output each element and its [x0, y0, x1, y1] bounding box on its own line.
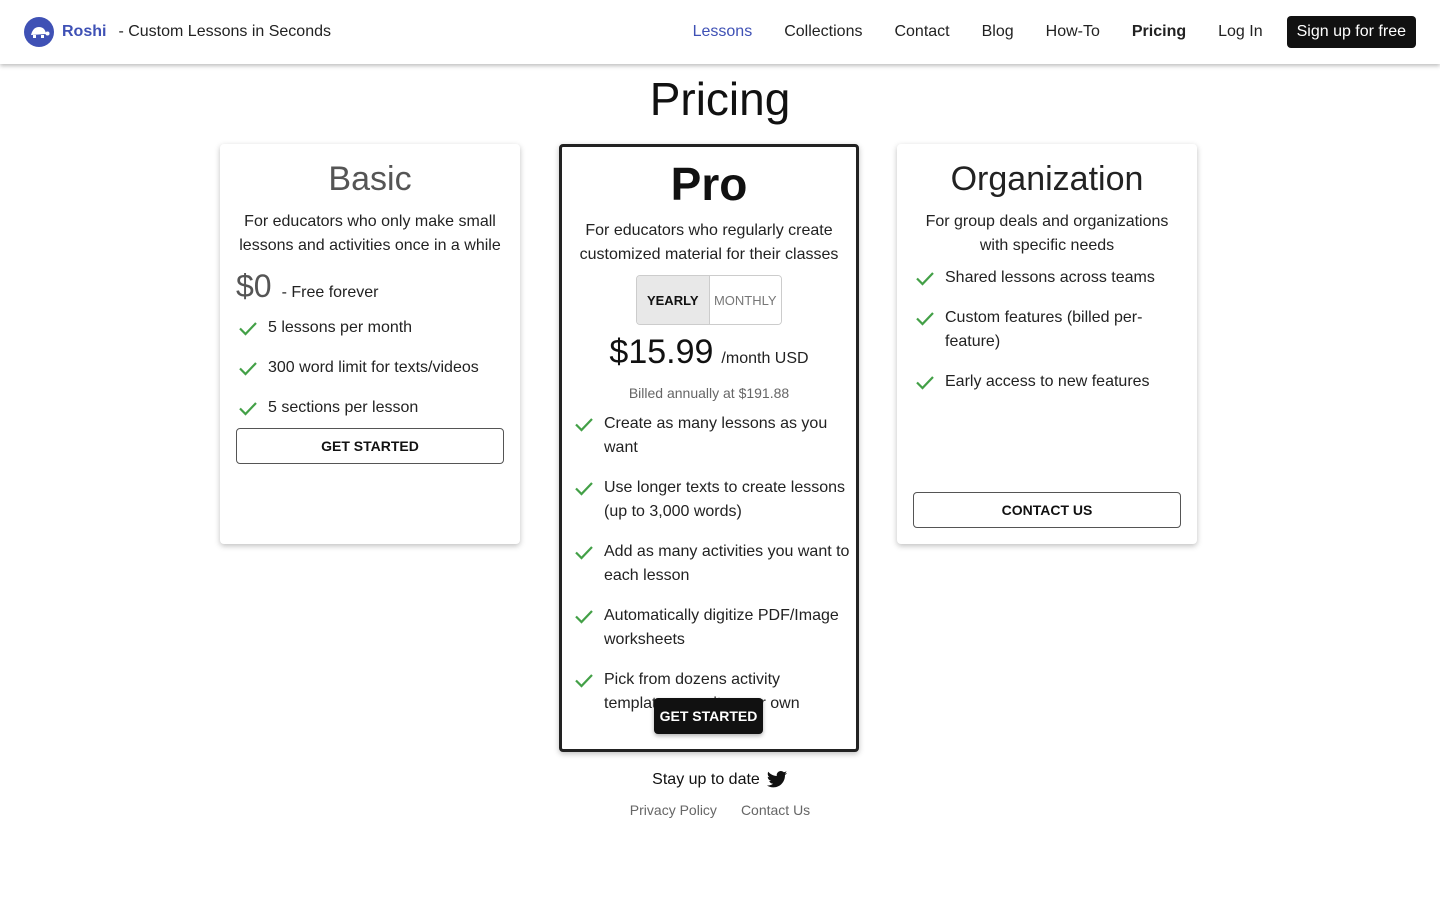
feature-list: 5 lessons per month 300 word limit for t… — [236, 316, 512, 436]
nav-lessons[interactable]: Lessons — [693, 23, 753, 41]
nav-how-to[interactable]: How-To — [1046, 23, 1100, 41]
check-icon — [575, 546, 593, 560]
top-app-bar: Roshi - Custom Lessons in Seconds Lesson… — [0, 0, 1440, 64]
check-icon — [575, 482, 593, 496]
brand-name[interactable]: Roshi — [62, 23, 106, 41]
feature-item: Automatically digitize PDF/Image workshe… — [572, 604, 850, 652]
feature-item: 300 word limit for texts/videos — [236, 356, 512, 380]
plan-description: For group deals and organizations with s… — [925, 213, 1169, 254]
feature-text: Early access to new features — [945, 373, 1150, 390]
footer-links: Privacy Policy Contact Us — [0, 802, 1440, 818]
check-icon — [239, 322, 257, 336]
feature-item: Custom features (billed per-feature) — [913, 306, 1189, 354]
feature-text: Add as many activities you want to each … — [604, 543, 850, 584]
contact-us-button[interactable]: Contact us — [913, 492, 1181, 528]
feature-text: Shared lessons across teams — [945, 269, 1155, 286]
main-nav: Lessons Collections Contact Blog How-To … — [661, 16, 1416, 48]
feature-text: Custom features (billed per-feature) — [945, 309, 1143, 350]
check-icon — [916, 376, 934, 390]
feature-item: 5 sections per lesson — [236, 396, 512, 420]
nav-collections[interactable]: Collections — [784, 23, 862, 41]
billed-note: Billed annually at $191.88 — [628, 385, 790, 401]
plan-title: Organization — [950, 160, 1144, 198]
check-icon — [916, 312, 934, 326]
feature-list: Shared lessons across teams Custom featu… — [913, 266, 1189, 410]
feature-list: Create as many lessons as you want Use l… — [572, 412, 850, 732]
feature-item: 5 lessons per month — [236, 316, 512, 340]
plan-description: For educators who only make small lesson… — [239, 213, 501, 254]
stay-up-to-date: Stay up to date — [0, 770, 1440, 790]
stay-label: Stay up to date — [652, 771, 760, 788]
billing-monthly-button[interactable]: Monthly — [709, 276, 781, 324]
brand-tagline: - Custom Lessons in Seconds — [118, 23, 331, 40]
plan-price: $15.99 — [609, 333, 714, 371]
feature-item: Shared lessons across teams — [913, 266, 1189, 290]
billing-toggle: Yearly Monthly — [636, 275, 782, 325]
plan-price: $0 — [236, 268, 272, 304]
privacy-policy-link[interactable]: Privacy Policy — [630, 802, 717, 818]
plan-price-note: - Free forever — [281, 284, 379, 301]
feature-text: 300 word limit for texts/videos — [268, 359, 479, 376]
plan-price-row: $15.99 /month USD — [562, 333, 856, 372]
check-icon — [239, 402, 257, 416]
nav-pricing[interactable]: Pricing — [1132, 23, 1186, 41]
feature-item: Create as many lessons as you want — [572, 412, 850, 460]
feature-text: 5 lessons per month — [268, 319, 413, 336]
nav-contact[interactable]: Contact — [894, 23, 949, 41]
check-icon — [575, 610, 593, 624]
check-icon — [575, 674, 593, 688]
plan-description: For educators who regularly create custo… — [579, 222, 839, 263]
basic-get-started-button[interactable]: Get started — [236, 428, 504, 464]
plan-title: Basic — [328, 160, 412, 198]
footer-contact-us-link[interactable]: Contact Us — [741, 802, 810, 818]
feature-item: Use longer texts to create lessons (up t… — [572, 476, 850, 524]
plan-price-row: $0 - Free forever — [236, 268, 379, 305]
feature-item: Add as many activities you want to each … — [572, 540, 850, 588]
feature-text: Use longer texts to create lessons (up t… — [604, 479, 846, 520]
plan-card-pro: Pro For educators who regularly create c… — [559, 144, 859, 752]
nav-log-in[interactable]: Log In — [1218, 23, 1262, 41]
plan-card-basic: Basic For educators who only make small … — [220, 144, 520, 544]
billing-yearly-button[interactable]: Yearly — [637, 276, 710, 324]
pro-get-started-button[interactable]: Get started — [654, 698, 763, 734]
twitter-icon[interactable] — [766, 770, 788, 790]
nav-blog[interactable]: Blog — [982, 23, 1014, 41]
check-icon — [575, 418, 593, 432]
plan-title: Pro — [670, 158, 748, 210]
feature-text: Create as many lessons as you want — [604, 415, 828, 456]
brand[interactable]: Roshi - Custom Lessons in Seconds — [24, 16, 331, 48]
check-icon — [916, 272, 934, 286]
feature-text: 5 sections per lesson — [268, 399, 419, 416]
page-title: Pricing — [649, 73, 791, 125]
feature-item: Early access to new features — [913, 370, 1189, 394]
sign-up-button[interactable]: Sign up for free — [1286, 16, 1416, 48]
plan-card-organization: Organization For group deals and organiz… — [897, 144, 1197, 544]
plan-price-unit: /month USD — [721, 350, 809, 367]
check-icon — [239, 362, 257, 376]
turtle-logo-icon — [24, 17, 54, 47]
feature-text: Automatically digitize PDF/Image workshe… — [604, 607, 839, 648]
